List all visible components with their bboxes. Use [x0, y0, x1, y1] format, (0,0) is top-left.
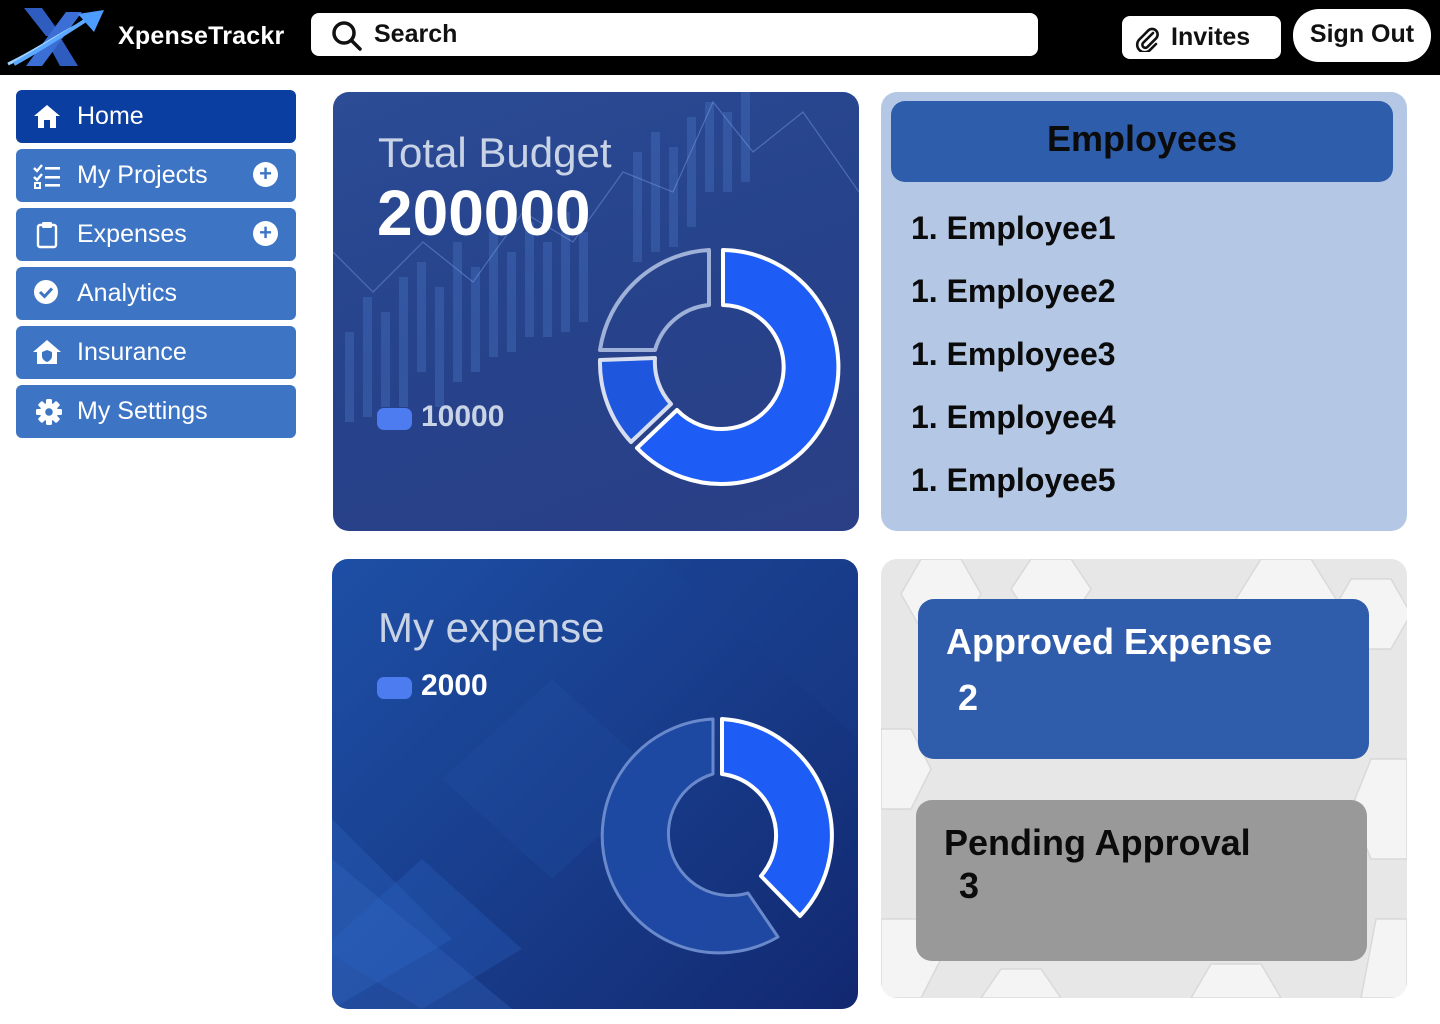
total-budget-title: Total Budget	[378, 129, 612, 176]
sidebar-item-insurance[interactable]: Insurance	[16, 326, 296, 379]
donut-segment-main	[720, 717, 834, 918]
approved-expense-panel[interactable]: Approved Expense 2	[918, 599, 1369, 759]
total-budget-card[interactable]: Total Budget 200000 10000	[333, 92, 859, 531]
x-arrow-logo-icon[interactable]	[6, 6, 106, 68]
search-label: Search	[374, 20, 458, 48]
pending-approval-count: 3	[959, 865, 980, 906]
employees-card: Employees 1. Employee1 1. Employee2 1. E…	[881, 92, 1407, 531]
sidebar-item-label: Expenses	[77, 220, 187, 248]
expense-donut-chart[interactable]	[590, 711, 840, 961]
top-bar: XpenseTrackr Search Invites Sign Out	[0, 0, 1440, 75]
sidebar-item-label: Home	[77, 102, 144, 130]
invites-button[interactable]: Invites	[1122, 16, 1281, 59]
sidebar-item-label: Analytics	[77, 279, 178, 307]
search-icon	[332, 21, 362, 51]
pending-approval-title: Pending Approval	[944, 822, 1251, 863]
app-brand-name: XpenseTrackr	[118, 22, 285, 50]
legend-swatch	[377, 677, 412, 699]
checklist-icon	[33, 164, 60, 189]
search-bar[interactable]: Search	[311, 13, 1038, 56]
employee-list-item[interactable]: 1. Employee4	[911, 399, 1116, 436]
expense-legend-value: 2000	[421, 669, 488, 702]
employee-list-item[interactable]: 1. Employee2	[911, 273, 1116, 310]
sign-out-button[interactable]: Sign Out	[1293, 9, 1431, 62]
house-shield-icon	[33, 340, 61, 364]
employee-list-item[interactable]: 1. Employee5	[911, 462, 1116, 499]
total-budget-value: 200000	[377, 177, 591, 249]
invites-label: Invites	[1171, 23, 1251, 51]
employee-list-item[interactable]: 1. Employee3	[911, 336, 1116, 373]
sidebar-item-home[interactable]: Home	[16, 90, 296, 143]
donut-segment-remaining	[598, 248, 711, 352]
sidebar-item-label: My Projects	[77, 161, 208, 189]
sign-out-label: Sign Out	[1309, 20, 1415, 48]
add-expense-button[interactable]: +	[253, 221, 278, 246]
sidebar-item-analytics[interactable]: Analytics	[16, 267, 296, 320]
employee-list-item[interactable]: 1. Employee1	[911, 210, 1116, 247]
sidebar-item-expenses[interactable]: Expenses +	[16, 208, 296, 261]
pending-approval-panel[interactable]: Pending Approval 3	[916, 800, 1367, 961]
clipboard-icon	[36, 222, 58, 249]
sidebar-item-my-settings[interactable]: My Settings	[16, 385, 296, 438]
donut-segment-main	[635, 248, 841, 486]
employees-title: Employees	[1046, 118, 1238, 159]
gear-icon	[36, 399, 62, 425]
paperclip-icon	[1135, 27, 1159, 52]
sidebar-item-label: My Settings	[77, 397, 208, 425]
budget-donut-chart[interactable]	[591, 242, 841, 492]
expense-status-card: Approved Expense 2 Pending Approval 3	[881, 559, 1407, 998]
approved-expense-title: Approved Expense	[946, 621, 1273, 662]
employees-header: Employees	[891, 101, 1393, 182]
sidebar-item-my-projects[interactable]: My Projects +	[16, 149, 296, 202]
home-icon	[34, 105, 60, 128]
my-expense-title: My expense	[378, 604, 605, 651]
check-circle-icon	[34, 280, 58, 304]
legend-swatch	[377, 408, 412, 430]
budget-legend-value: 10000	[421, 400, 505, 433]
sidebar-item-label: Insurance	[77, 338, 187, 366]
add-project-button[interactable]: +	[253, 162, 278, 187]
approved-expense-count: 2	[958, 677, 979, 718]
my-expense-card[interactable]: My expense 2000	[332, 559, 858, 1009]
